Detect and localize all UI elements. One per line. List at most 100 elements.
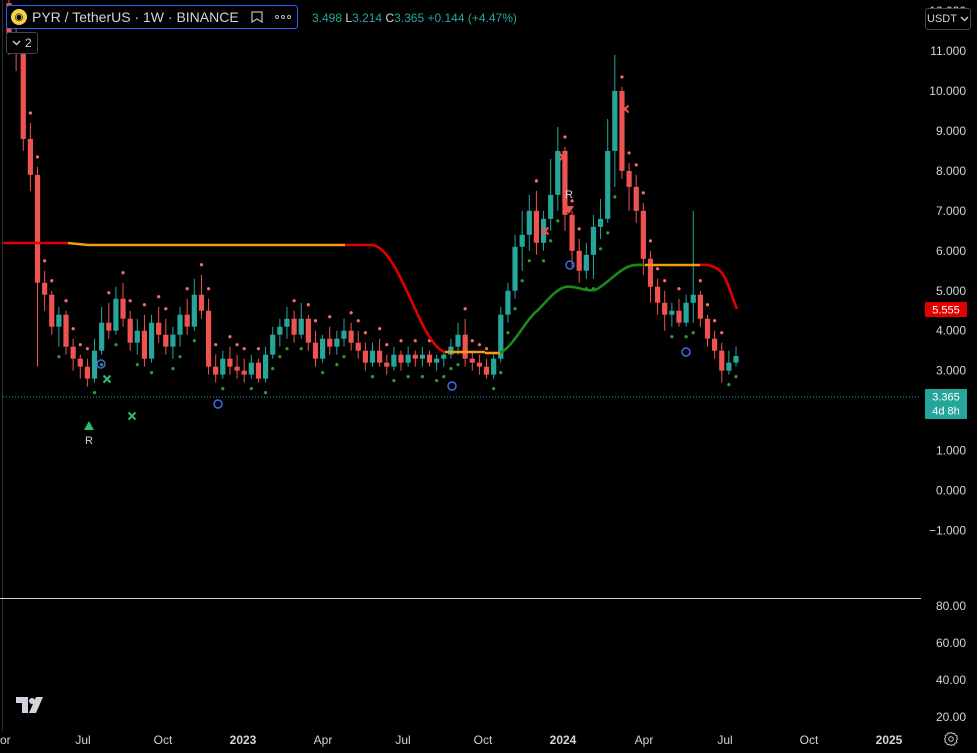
candle-body[interactable] — [597, 218, 604, 227]
candle-body[interactable] — [84, 366, 91, 379]
candle-body[interactable] — [633, 186, 639, 211]
candle-body[interactable] — [647, 258, 654, 287]
candle-body[interactable] — [170, 334, 176, 347]
candle-body[interactable] — [619, 91, 625, 171]
candle-body[interactable] — [34, 174, 41, 283]
candle-body[interactable] — [384, 362, 390, 367]
candle-body[interactable] — [469, 358, 475, 363]
candle-body[interactable] — [227, 358, 233, 367]
candle-body[interactable] — [654, 286, 661, 303]
candle-body[interactable] — [726, 362, 732, 371]
candle-body[interactable] — [327, 338, 333, 347]
candle-body[interactable] — [605, 150, 611, 219]
candle-body[interactable] — [20, 51, 26, 139]
candle-body[interactable] — [640, 210, 646, 259]
candle-body[interactable] — [712, 338, 718, 351]
candle-body[interactable] — [134, 330, 140, 343]
candle-body[interactable] — [220, 358, 226, 375]
candle-body[interactable] — [719, 350, 725, 371]
candle-body[interactable] — [113, 298, 119, 331]
candle-body[interactable] — [491, 358, 497, 375]
candle-body[interactable] — [184, 314, 190, 327]
candle-body[interactable] — [512, 246, 518, 291]
price-chart[interactable]: RR 12.00011.00010.0009.0008.0007.0006.00… — [0, 0, 977, 753]
candle-body[interactable] — [320, 338, 326, 359]
candle-body[interactable] — [141, 330, 148, 359]
candle-body[interactable] — [462, 334, 468, 359]
indicators-toggle[interactable]: 2 — [6, 32, 38, 54]
candle-body[interactable] — [583, 254, 589, 271]
candle-body[interactable] — [412, 354, 418, 359]
candle-body[interactable] — [697, 294, 703, 319]
candle-body[interactable] — [562, 150, 568, 215]
candle-body[interactable] — [70, 346, 76, 359]
flag-icon[interactable] — [249, 10, 265, 24]
candle-body[interactable] — [434, 358, 440, 363]
candle-body[interactable] — [626, 170, 632, 187]
candle-body[interactable] — [405, 354, 411, 363]
candle-body[interactable] — [277, 326, 283, 335]
candle-body[interactable] — [662, 302, 668, 315]
candle-body[interactable] — [448, 346, 454, 355]
candle-body[interactable] — [505, 290, 511, 315]
candle-body[interactable] — [704, 318, 711, 339]
candle-body[interactable] — [127, 318, 133, 343]
candle-body[interactable] — [191, 294, 197, 327]
candle-body[interactable] — [441, 354, 447, 359]
more-options-icon[interactable] — [274, 10, 291, 24]
candle-body[interactable] — [248, 362, 254, 375]
candle-body[interactable] — [590, 226, 597, 255]
candle-body[interactable] — [99, 322, 105, 351]
candle-body[interactable] — [234, 366, 240, 371]
candle-body[interactable] — [334, 338, 340, 347]
candle-body[interactable] — [676, 310, 682, 323]
candle-body[interactable] — [362, 350, 368, 363]
candle-body[interactable] — [291, 318, 297, 335]
candle-body[interactable] — [377, 350, 383, 363]
candle-body[interactable] — [483, 366, 490, 375]
candle-body[interactable] — [56, 314, 62, 327]
candle-body[interactable] — [312, 342, 319, 359]
gear-icon[interactable] — [943, 731, 959, 747]
candle-body[interactable] — [669, 310, 675, 315]
candle-body[interactable] — [548, 194, 554, 219]
candle-body[interactable] — [42, 282, 48, 295]
candle-body[interactable] — [426, 354, 433, 363]
candle-body[interactable] — [270, 334, 276, 355]
candle-body[interactable] — [576, 250, 582, 271]
candle-body[interactable] — [177, 314, 183, 335]
candle-body[interactable] — [284, 318, 290, 327]
candle-body[interactable] — [213, 366, 219, 375]
currency-selector[interactable]: USDT — [925, 8, 971, 30]
tradingview-logo-icon[interactable] — [15, 694, 47, 716]
candle-body[interactable] — [569, 214, 575, 251]
candle-body[interactable] — [198, 294, 205, 311]
candle-body[interactable] — [262, 354, 269, 379]
candle-body[interactable] — [355, 342, 361, 351]
candle-body[interactable] — [398, 354, 404, 363]
candle-body[interactable] — [163, 334, 169, 347]
candle-body[interactable] — [255, 362, 262, 379]
candle-body[interactable] — [49, 294, 55, 327]
candle-body[interactable] — [369, 350, 376, 363]
candle-body[interactable] — [27, 138, 33, 175]
candle-body[interactable] — [77, 358, 83, 367]
candle-body[interactable] — [683, 302, 689, 323]
candle-body[interactable] — [106, 322, 112, 331]
candle-body[interactable] — [526, 210, 532, 235]
candle-body[interactable] — [519, 234, 525, 247]
candle-body[interactable] — [298, 318, 304, 335]
candle-body[interactable] — [455, 334, 461, 347]
candle-body[interactable] — [156, 322, 162, 335]
symbol-header[interactable]: ◉ PYR / TetherUS · 1W · BINANCE — [6, 5, 298, 29]
candle-body[interactable] — [476, 362, 483, 367]
candle-body[interactable] — [533, 210, 540, 243]
candle-body[interactable] — [63, 314, 69, 347]
candle-body[interactable] — [120, 298, 126, 319]
candle-body[interactable] — [419, 354, 425, 359]
candle-body[interactable] — [241, 370, 247, 375]
candle-body[interactable] — [391, 354, 397, 367]
candle-body[interactable] — [205, 310, 212, 367]
candle-body[interactable] — [348, 330, 354, 343]
candle-body[interactable] — [305, 318, 311, 343]
